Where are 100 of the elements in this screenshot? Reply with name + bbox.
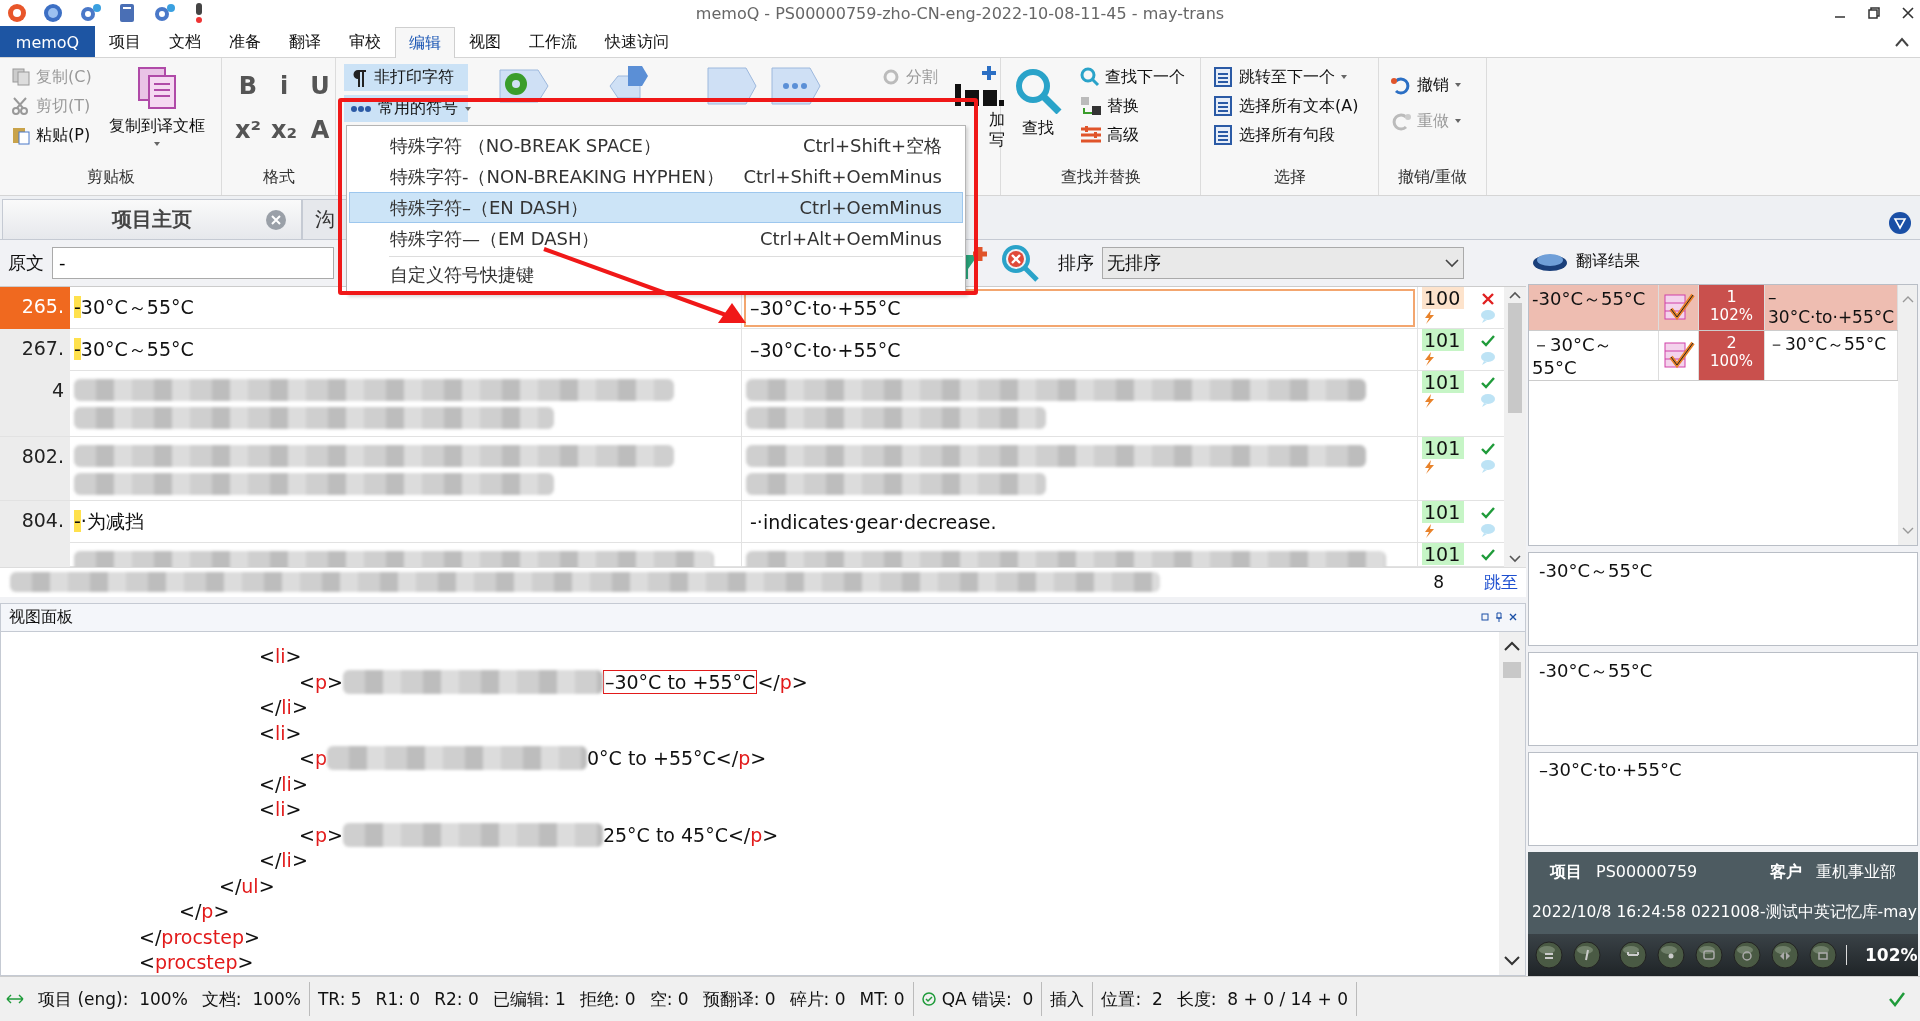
ribbon-button[interactable]: 选择所有句段 bbox=[1209, 122, 1362, 148]
ribbon-tab[interactable]: 工作流 bbox=[515, 27, 591, 57]
result-row[interactable]: -30°C～55°C 1 102% –30°C·to·+55°C bbox=[1529, 285, 1899, 331]
menu-item[interactable]: 特殊字符 （NO-BREAK SPACE） Ctrl+Shift+空格 bbox=[349, 130, 963, 161]
ribbon-button[interactable]: 跳转至下一个 bbox=[1209, 64, 1362, 90]
status-text: 空: 0 bbox=[649, 987, 689, 1011]
format-button[interactable]: i bbox=[266, 72, 302, 100]
ribbon-tab[interactable]: 准备 bbox=[215, 27, 275, 57]
panel-title: 翻译结果 bbox=[1576, 250, 1640, 272]
target-text[interactable]: –30°C·to·+55°C bbox=[744, 330, 1415, 369]
confirmed-check-icon bbox=[1480, 548, 1495, 561]
toolbar-round-icon bbox=[1694, 940, 1724, 970]
preview-text: –30°C·to·+55°C bbox=[1539, 759, 1682, 780]
help-icon bbox=[42, 2, 64, 24]
status-text: 位置: 2 bbox=[1101, 987, 1163, 1011]
code-text: <p bbox=[299, 747, 327, 770]
status-text: 项目 (eng): 100% bbox=[38, 987, 188, 1011]
caret-icon bbox=[464, 105, 472, 112]
confirmed-check-icon bbox=[1480, 442, 1495, 455]
lightning-icon bbox=[1422, 522, 1436, 539]
menu-item[interactable]: 特殊字符-（NON-BREAKING HYPHEN） Ctrl+Shift+OemMinus bbox=[349, 161, 963, 192]
app-menu-button[interactable]: memoQ bbox=[0, 26, 95, 57]
code-text: <p> bbox=[299, 823, 343, 846]
match-score: 101 bbox=[1422, 328, 1464, 351]
match-score: 101 bbox=[1422, 542, 1464, 565]
caret-icon bbox=[152, 141, 161, 147]
find-button[interactable]: 查找 bbox=[1009, 64, 1067, 167]
close-icon bbox=[1902, 7, 1914, 19]
clipboard-icon bbox=[11, 125, 31, 145]
scroll-up-icon bbox=[1503, 639, 1521, 652]
document-tab[interactable]: 项目主页 bbox=[2, 199, 302, 239]
preview-text: -30°C～55°C bbox=[1539, 660, 1653, 681]
toolbar-round-icon bbox=[1770, 940, 1800, 970]
format-button[interactable]: x² bbox=[230, 116, 266, 144]
dots-icon bbox=[350, 103, 372, 114]
minimize-icon bbox=[1834, 16, 1846, 18]
client-name: 重机事业部 bbox=[1816, 862, 1896, 883]
sort-dropdown[interactable]: 无排序 bbox=[1102, 246, 1464, 279]
lightning-icon bbox=[1422, 308, 1436, 325]
caret-icon bbox=[1340, 74, 1348, 80]
ribbon-button[interactable]: 查找下一个 bbox=[1077, 64, 1188, 90]
match-percent: 100% bbox=[1710, 352, 1753, 370]
ribbon-button[interactable]: 替换 bbox=[1077, 93, 1188, 119]
jump-link[interactable]: 跳至 bbox=[1484, 570, 1518, 594]
code-text: 25°C to 45°C</p> bbox=[602, 823, 779, 846]
confirmed-check-icon bbox=[1480, 334, 1495, 347]
result-row[interactable]: －30°C～55°C 2 100% －30°C～55°C bbox=[1529, 331, 1899, 381]
confirmed-check-icon bbox=[1480, 506, 1495, 519]
caret-icon bbox=[1454, 82, 1462, 88]
segment-number: 802. bbox=[0, 436, 70, 500]
ribbon-tab[interactable]: 翻译 bbox=[275, 27, 335, 57]
lightning-icon bbox=[1422, 392, 1436, 409]
comment-icon bbox=[1479, 392, 1496, 407]
ribbon-tab[interactable]: 视图 bbox=[455, 27, 515, 57]
status-text: 长度: 8 + 0 / 14 + 0 bbox=[1176, 987, 1349, 1011]
source-filter-field[interactable]: - bbox=[52, 246, 334, 279]
ribbon-button[interactable]: 粘贴(P) bbox=[8, 122, 95, 148]
select-text-icon bbox=[1212, 95, 1234, 117]
search-icon bbox=[1013, 66, 1063, 114]
search-icon bbox=[1080, 67, 1100, 87]
select-segments-icon bbox=[1212, 124, 1234, 146]
panel-menu-icon bbox=[1888, 211, 1912, 235]
qa-ok-icon bbox=[921, 992, 936, 1006]
source-text: -·为减挡 bbox=[70, 500, 742, 543]
status-text: R2: 0 bbox=[434, 989, 479, 1009]
match-score: 101 bbox=[1422, 370, 1464, 393]
status-text: MT: 0 bbox=[859, 989, 905, 1009]
ribbon-tab[interactable]: 项目 bbox=[95, 27, 155, 57]
ribbon-tab[interactable]: 快速访问 bbox=[591, 27, 683, 57]
format-button[interactable]: B bbox=[230, 72, 266, 100]
format-button[interactable]: U bbox=[302, 72, 338, 100]
group-label: 选择 bbox=[1272, 167, 1307, 188]
ribbon-tab[interactable]: 文档 bbox=[155, 27, 215, 57]
group-label: 查找并替换 bbox=[1059, 167, 1142, 188]
toolbar-round-icon bbox=[1534, 940, 1564, 970]
ribbon-button[interactable]: 选择所有文本(A) bbox=[1209, 93, 1362, 119]
menu-item[interactable]: 特殊字符—（EM DASH） Ctrl+Alt+OemMinus bbox=[349, 223, 963, 254]
status-text: 文档: 100% bbox=[201, 987, 301, 1011]
code-text: <p> bbox=[299, 670, 343, 693]
format-button[interactable]: x₂ bbox=[266, 116, 302, 144]
code-text: <li> bbox=[259, 721, 302, 744]
ribbon-button[interactable]: 高级 bbox=[1077, 122, 1188, 148]
ribbon-tab[interactable]: 编辑 bbox=[395, 27, 455, 58]
toolbar-round-icon bbox=[1572, 940, 1602, 970]
zoom-level: 102% bbox=[1865, 945, 1918, 965]
copy-to-target-button[interactable]: 复制到译文框 bbox=[104, 64, 209, 167]
group-label: 撤销/重做 bbox=[1396, 167, 1469, 188]
format-button[interactable]: A bbox=[302, 116, 338, 144]
status-text: 预翻译: 0 bbox=[702, 987, 776, 1011]
code-text: </li> bbox=[259, 696, 308, 719]
code-text: </ul> bbox=[219, 874, 275, 897]
ribbon-button[interactable]: 撤销 bbox=[1387, 72, 1465, 98]
ribbon-tab[interactable]: 审校 bbox=[335, 27, 395, 57]
error-x-icon bbox=[1481, 292, 1494, 305]
menu-item[interactable]: 特殊字符–（EN DASH） Ctrl+OemMinus bbox=[349, 192, 963, 223]
ribbon-button[interactable]: 非打印字符 bbox=[344, 64, 468, 91]
toolbar-round-icon bbox=[1656, 940, 1686, 970]
target-text[interactable]: -·indicates·gear·decrease. bbox=[744, 502, 1415, 541]
sliders-icon bbox=[1080, 125, 1102, 145]
result-rank: 2 bbox=[1726, 333, 1737, 352]
